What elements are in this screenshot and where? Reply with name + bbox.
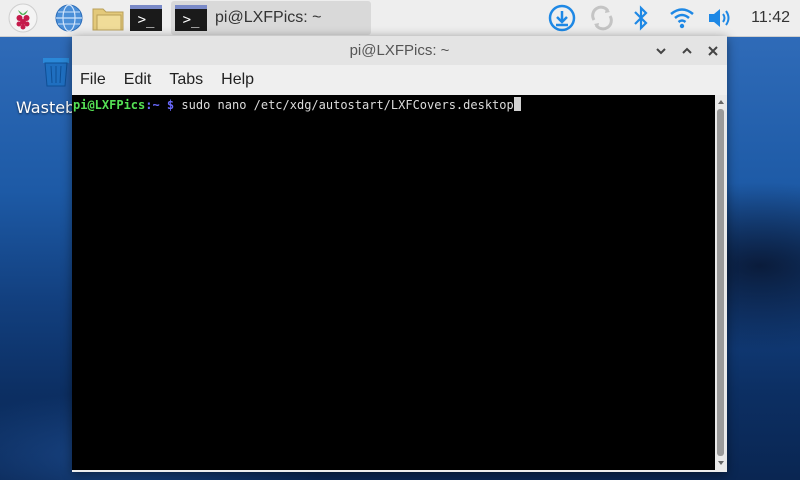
clock[interactable]: 11:42 bbox=[751, 0, 790, 36]
minimize-button[interactable] bbox=[650, 40, 672, 62]
menu-edit[interactable]: Edit bbox=[116, 71, 160, 89]
menu-tabs[interactable]: Tabs bbox=[161, 71, 211, 89]
file-manager-icon[interactable] bbox=[90, 2, 126, 34]
taskbar: >_ >_ pi@LXFPics: ~ 11:42 bbox=[0, 0, 800, 37]
volume-icon[interactable] bbox=[705, 2, 735, 34]
sync-icon[interactable] bbox=[586, 2, 618, 34]
prompt-path: :~ bbox=[145, 98, 160, 112]
scrollbar-thumb[interactable] bbox=[717, 109, 724, 456]
wifi-icon[interactable] bbox=[667, 2, 697, 34]
terminal-output[interactable]: pi@LXFPics:~ $ sudo nano /etc/xdg/autost… bbox=[72, 95, 715, 470]
terminal-scrollbar[interactable] bbox=[715, 95, 727, 470]
terminal-icon: >_ bbox=[175, 5, 207, 31]
taskbar-window-item[interactable]: >_ pi@LXFPics: ~ bbox=[171, 1, 371, 35]
typed-command: sudo nano /etc/xdg/autostart/LXFCovers.d… bbox=[181, 98, 514, 112]
text-cursor bbox=[513, 97, 521, 111]
taskbar-window-title: pi@LXFPics: ~ bbox=[215, 9, 322, 26]
window-titlebar[interactable]: pi@LXFPics: ~ bbox=[72, 36, 727, 65]
prompt-symbol: $ bbox=[159, 98, 182, 112]
terminal-window: pi@LXFPics: ~ File Edit Tabs Help pi@LXF… bbox=[72, 36, 727, 472]
menubar: File Edit Tabs Help bbox=[72, 65, 727, 95]
scroll-up-icon[interactable] bbox=[715, 96, 727, 108]
chevron-up-icon bbox=[682, 47, 692, 54]
download-icon[interactable] bbox=[546, 2, 578, 34]
bluetooth-icon[interactable] bbox=[628, 2, 654, 34]
prompt-user-host: pi@LXFPics bbox=[73, 98, 146, 112]
scroll-down-icon[interactable] bbox=[715, 457, 727, 469]
web-browser-icon[interactable] bbox=[52, 2, 86, 34]
menu-help[interactable]: Help bbox=[213, 71, 262, 89]
terminal-launcher-icon[interactable]: >_ bbox=[129, 2, 163, 34]
chevron-down-icon bbox=[656, 48, 666, 55]
raspberry-menu-icon[interactable] bbox=[5, 2, 41, 34]
terminal-command-line: pi@LXFPics:~ $ sudo nano /etc/xdg/autost… bbox=[73, 97, 521, 112]
window-title: pi@LXFPics: ~ bbox=[349, 42, 450, 59]
menu-file[interactable]: File bbox=[72, 71, 114, 89]
wastebasket-icon[interactable] bbox=[40, 52, 72, 88]
maximize-button[interactable] bbox=[676, 40, 698, 62]
close-icon bbox=[708, 46, 718, 56]
close-button[interactable] bbox=[702, 40, 724, 62]
